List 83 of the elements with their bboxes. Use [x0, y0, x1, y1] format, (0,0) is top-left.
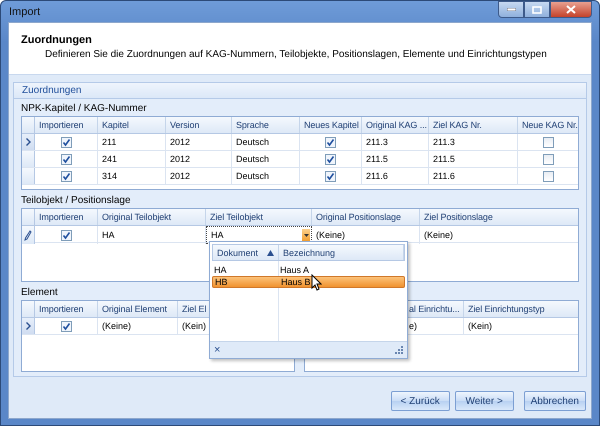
minimize-icon	[506, 8, 516, 11]
column-header[interactable]: Original KAG ...	[362, 117, 429, 133]
checkbox[interactable]	[60, 230, 72, 240]
row-selector[interactable]	[22, 318, 35, 334]
checkbox[interactable]	[60, 154, 72, 164]
document-code: HA	[213, 264, 227, 276]
section-label: Element	[21, 286, 59, 300]
maximize-button[interactable]	[524, 1, 550, 18]
table-cell: 211.3	[362, 134, 429, 150]
table-cell: 211.6	[429, 168, 518, 184]
column-header[interactable]: Original Teilobjekt	[98, 209, 206, 225]
dialog-button[interactable]: < Zurück	[390, 391, 450, 411]
column-header[interactable]: Ziel Teilobjekt	[206, 209, 312, 225]
table-cell: 211.6	[362, 168, 429, 184]
checkbox[interactable]	[60, 320, 72, 332]
table-cell: Deutsch	[232, 151, 300, 167]
close-icon	[566, 5, 576, 14]
column-header[interactable]: Bezeichnung	[279, 245, 404, 260]
description-text: Haus B	[280, 277, 311, 287]
resize-grip-icon	[395, 346, 403, 354]
table-cell: 211	[98, 134, 166, 150]
column-header[interactable]: Ziel KAG Nr.	[429, 117, 518, 133]
checkbox[interactable]	[543, 154, 554, 164]
close-button[interactable]	[550, 1, 592, 18]
column-header[interactable]: Neue KAG Nr.	[518, 117, 578, 133]
table-cell: HA	[98, 226, 206, 244]
checkbox[interactable]	[543, 136, 554, 148]
column-label: Dokument	[217, 248, 258, 258]
column-header[interactable]: Original Positionslage	[312, 209, 420, 225]
column-header[interactable]: Sprache	[232, 117, 300, 133]
table-cell: (Keine)	[420, 226, 578, 244]
mouse-pointer-icon	[311, 274, 322, 291]
dropdown-item[interactable]: HA Haus A	[212, 264, 405, 276]
dialog-button[interactable]: Abbrechen	[524, 391, 586, 411]
table-cell: 2012	[166, 168, 232, 184]
document-code: HB	[214, 277, 228, 287]
checkbox[interactable]	[60, 170, 72, 182]
dialog-button[interactable]: Weiter >	[454, 391, 514, 411]
row-pointer-icon	[26, 322, 30, 330]
table-cell: (Keine)	[98, 318, 178, 334]
table-cell: 211.5	[362, 151, 429, 167]
table-cell: 211.3	[429, 134, 518, 150]
row-selector[interactable]	[22, 134, 35, 150]
column-header[interactable]: Importieren	[35, 301, 98, 317]
caret-icon	[304, 234, 308, 236]
table-cell: 2012	[166, 151, 232, 167]
table-cell: 211.5	[429, 151, 518, 167]
table-cell: (Kein)	[464, 318, 578, 334]
column-header[interactable]: Kapitel	[98, 117, 166, 133]
close-button[interactable]: ×	[214, 344, 220, 356]
table-cell: Deutsch	[232, 134, 300, 150]
column-header[interactable]: Version	[166, 117, 232, 133]
row-selector[interactable]	[22, 226, 35, 244]
checkbox[interactable]	[325, 154, 336, 164]
table-cell: 2012	[166, 134, 232, 150]
page-subtitle: Definieren Sie die Zuordnungen auf KAG-Nummern, Teilobjekte, Positionslagen, Elemente und Einrichtungstypen	[44, 49, 548, 60]
table-cell: 241	[98, 151, 166, 167]
window-title: Import	[8, 6, 40, 18]
group-title: Zuordnungen	[14, 83, 586, 99]
checkbox[interactable]	[60, 136, 72, 148]
column-header[interactable]: Ziel Positionslage	[420, 209, 578, 225]
checkbox[interactable]	[325, 170, 336, 182]
column-header[interactable]: Importieren	[35, 117, 98, 133]
pencil-icon	[24, 230, 32, 240]
column-header[interactable]: Importieren	[35, 209, 98, 225]
table-cell: Deutsch	[232, 168, 300, 184]
maximize-icon	[532, 6, 542, 14]
row-pointer-icon	[26, 138, 30, 146]
minimize-button[interactable]	[498, 1, 524, 18]
description-text: Haus A	[279, 264, 310, 276]
column-header[interactable]: Neues Kapitel	[300, 117, 362, 133]
dropdown-item[interactable]: HB Haus B	[212, 276, 405, 288]
section-label: NPK-Kapitel / KAG-Nummer	[21, 102, 148, 116]
column-header[interactable]: Ziel Einrichtungstyp	[464, 301, 578, 317]
column-label: Bezeichnung	[283, 248, 336, 258]
column-header[interactable]: Dokument	[213, 245, 279, 260]
section-label: Teilobjekt / Positionslage	[21, 194, 132, 208]
checkbox[interactable]	[543, 170, 554, 182]
column-header[interactable]: Original Element	[98, 301, 178, 317]
page-title: Zuordnungen	[21, 34, 93, 46]
table-cell: 314	[98, 168, 166, 184]
dropdown-button[interactable]	[302, 228, 310, 242]
checkbox[interactable]	[325, 136, 336, 148]
